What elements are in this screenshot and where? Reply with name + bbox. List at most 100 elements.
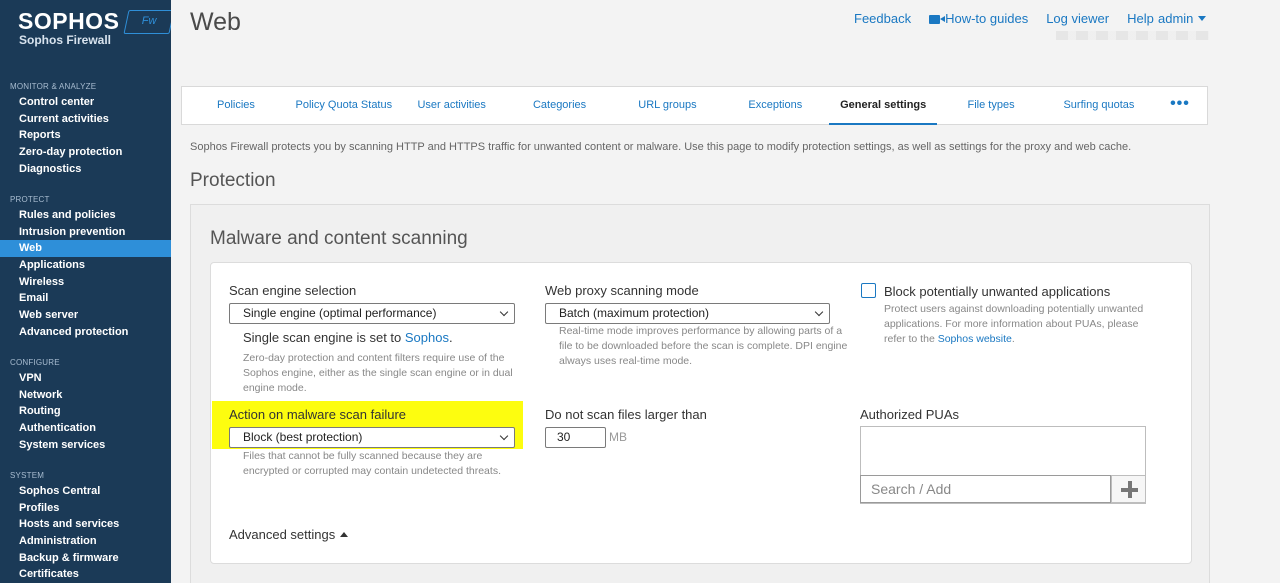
- nav-section-heading: CONFIGURE: [10, 358, 60, 367]
- video-camera-icon: [929, 15, 946, 24]
- sidebar-item-wireless[interactable]: Wireless: [0, 274, 171, 291]
- product-name: Sophos Firewall: [19, 33, 112, 47]
- max-size-label: Do not scan files larger than: [545, 407, 707, 422]
- chevron-down-icon: [499, 307, 509, 317]
- pua-help-suffix: .: [1011, 333, 1015, 345]
- nav-section: SYSTEM Sophos Central Profiles Hosts and se…: [0, 471, 171, 583]
- scan-engine-help: Zero-day protection and content filters …: [243, 352, 513, 394]
- sidebar-item-hosts-and-services[interactable]: Hosts and services: [0, 516, 171, 533]
- tab-categories[interactable]: Categories: [506, 87, 614, 124]
- pua-label: Block potentially unwanted applications: [884, 284, 1111, 299]
- nav-section: MONITOR & ANALYZE Control center Current a…: [0, 82, 171, 177]
- proxy-mode-help: Real-time mode improves performance by a…: [559, 325, 848, 367]
- tab-bar: Policies Policy Quota Status User activiti…: [181, 86, 1208, 125]
- sophos-logo[interactable]: SOPHOS Fw: [18, 8, 171, 35]
- tab-policy-quota-status[interactable]: Policy Quota Status: [290, 87, 398, 124]
- scan-engine-select[interactable]: Single engine (optimal performance): [229, 303, 515, 324]
- feedback-link[interactable]: Feedback: [854, 11, 911, 26]
- tab-file-types[interactable]: File types: [937, 87, 1045, 124]
- sidebar-item-routing[interactable]: Routing: [0, 403, 171, 420]
- status-suffix: .: [448, 330, 453, 345]
- admin-label: admin: [1158, 11, 1194, 26]
- scan-failure-help: Files that cannot be fully scanned becau…: [243, 450, 501, 477]
- pua-help: Protect users against downloading potent…: [884, 302, 1149, 347]
- more-tabs-icon[interactable]: •••: [1153, 87, 1207, 124]
- scan-failure-select[interactable]: Block (best protection): [229, 427, 515, 448]
- howto-label: How-to guides: [945, 11, 1029, 26]
- advanced-settings-toggle[interactable]: Advanced settings: [229, 527, 349, 542]
- sidebar-item-administration[interactable]: Administration: [0, 533, 171, 550]
- sidebar-item-web[interactable]: Web: [0, 240, 171, 258]
- firewall-badge: Fw: [123, 10, 171, 34]
- badge-text: Fw: [141, 15, 157, 27]
- plus-icon-vertical: [1127, 481, 1132, 498]
- nav-section-heading: SYSTEM: [10, 471, 45, 480]
- page-description: Sophos Firewall protects you by scanning…: [190, 141, 1132, 153]
- top-links: Feedback How-to guides Log viewer Help: [854, 11, 1154, 26]
- howto-link[interactable]: How-to guides: [929, 11, 1028, 26]
- status-text: Single scan engine is set to: [243, 330, 405, 345]
- sidebar-item-network[interactable]: Network: [0, 387, 171, 404]
- tab-general-settings[interactable]: General settings: [829, 87, 938, 125]
- sophos-website-link[interactable]: Sophos website: [938, 333, 1012, 345]
- authorized-puas-label: Authorized PUAs: [860, 407, 959, 422]
- sidebar-item-email[interactable]: Email: [0, 290, 171, 307]
- logo-text: SOPHOS: [18, 8, 120, 34]
- sidebar-item-profiles[interactable]: Profiles: [0, 500, 171, 517]
- page-title: Web: [190, 8, 241, 36]
- sidebar-item-certificates[interactable]: Certificates: [0, 566, 171, 583]
- scan-engine-status: Single scan engine is set to Sophos.: [243, 330, 453, 345]
- section-title: Protection: [190, 170, 276, 191]
- nav-section-heading: PROTECT: [10, 195, 50, 204]
- log-viewer-link[interactable]: Log viewer: [1046, 11, 1109, 26]
- sidebar-item-vpn[interactable]: VPN: [0, 370, 171, 387]
- caret-down-icon: [1198, 16, 1207, 21]
- scan-engine-label: Scan engine selection: [229, 283, 357, 298]
- nav-section: CONFIGURE VPN Network Routing Authentication…: [0, 358, 171, 453]
- malware-scanning-card: Malware and content scanning Scan engine…: [190, 204, 1210, 583]
- sidebar-item-zero-day-protection[interactable]: Zero-day protection: [0, 144, 171, 161]
- tab-surfing-quotas[interactable]: Surfing quotas: [1045, 87, 1153, 124]
- sidebar-item-applications[interactable]: Applications: [0, 257, 171, 274]
- max-size-input[interactable]: 30: [545, 427, 606, 448]
- scan-engine-value: Single engine (optimal performance): [243, 306, 437, 320]
- sidebar-item-authentication[interactable]: Authentication: [0, 420, 171, 437]
- advanced-label: Advanced settings: [229, 527, 336, 542]
- sidebar-item-intrusion-prevention[interactable]: Intrusion prevention: [0, 224, 171, 241]
- max-size-unit: MB: [609, 430, 627, 444]
- scan-failure-value: Block (best protection): [243, 430, 363, 444]
- tab-policies[interactable]: Policies: [182, 87, 290, 124]
- sidebar-item-advanced-protection[interactable]: Advanced protection: [0, 324, 171, 341]
- sophos-engine-link[interactable]: Sophos: [405, 330, 449, 345]
- caret-up-icon: [340, 532, 349, 537]
- add-pua-button[interactable]: [1111, 475, 1146, 503]
- chevron-down-icon: [814, 307, 824, 317]
- nav-section: PROTECT Rules and policies Intrusion preve…: [0, 195, 171, 341]
- nav-section-heading: MONITOR & ANALYZE: [10, 82, 97, 91]
- sidebar-item-web-server[interactable]: Web server: [0, 307, 171, 324]
- tab-user-activities[interactable]: User activities: [398, 87, 506, 124]
- pua-search-input[interactable]: Search / Add: [860, 475, 1111, 503]
- chevron-down-icon: [499, 431, 509, 441]
- sidebar-item-diagnostics[interactable]: Diagnostics: [0, 161, 171, 178]
- sidebar-item-sophos-central[interactable]: Sophos Central: [0, 483, 171, 500]
- sidebar: SOPHOS Fw Sophos Firewall MONITOR & ANAL…: [0, 0, 171, 583]
- proxy-mode-value: Batch (maximum protection): [559, 306, 710, 320]
- scan-failure-label: Action on malware scan failure: [229, 407, 407, 422]
- sidebar-item-backup-firmware[interactable]: Backup & firmware: [0, 550, 171, 567]
- sidebar-item-reports[interactable]: Reports: [0, 127, 171, 144]
- redacted-user-info: [1056, 31, 1209, 40]
- tab-exceptions[interactable]: Exceptions: [721, 87, 829, 124]
- help-link[interactable]: Help: [1127, 11, 1154, 26]
- pua-checkbox[interactable]: [861, 283, 876, 298]
- proxy-mode-select[interactable]: Batch (maximum protection): [545, 303, 830, 324]
- card-title: Malware and content scanning: [210, 228, 468, 249]
- settings-panel: Scan engine selection Single engine (opt…: [210, 262, 1192, 564]
- proxy-mode-label: Web proxy scanning mode: [545, 283, 699, 298]
- sidebar-item-current-activities[interactable]: Current activities: [0, 111, 171, 128]
- admin-menu[interactable]: admin: [1158, 11, 1207, 26]
- sidebar-item-system-services[interactable]: System services: [0, 437, 171, 454]
- sidebar-item-rules-and-policies[interactable]: Rules and policies: [0, 207, 171, 224]
- tab-url-groups[interactable]: URL groups: [614, 87, 722, 124]
- sidebar-item-control-center[interactable]: Control center: [0, 94, 171, 111]
